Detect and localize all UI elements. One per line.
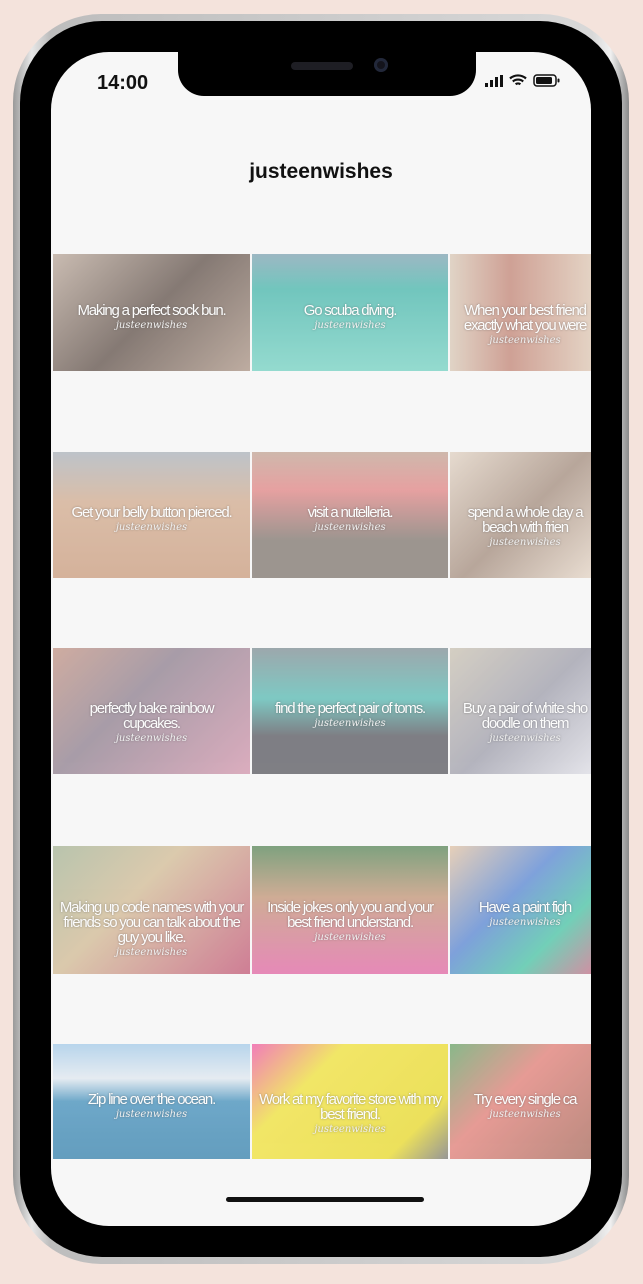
caption-text: Try every single ca bbox=[473, 1091, 578, 1109]
post-thumbnail[interactable]: visit a nutelleria. justeenwishes bbox=[252, 452, 448, 578]
post-thumbnail[interactable]: Go scuba diving. justeenwishes bbox=[252, 254, 448, 371]
post-caption: Making a perfect sock bun. justeenwishes bbox=[53, 303, 250, 333]
watermark-text: justeenwishes bbox=[314, 320, 386, 332]
post-thumbnail[interactable]: Have a paint figh justeenwishes bbox=[450, 846, 591, 974]
post-thumbnail[interactable]: Making up code names with your friends s… bbox=[53, 846, 250, 974]
watermark-text: justeenwishes bbox=[489, 916, 561, 928]
screen: 14:00 justeenwishes Making a perfect soc… bbox=[51, 52, 591, 1226]
post-thumbnail[interactable]: Inside jokes only you and your best frie… bbox=[252, 846, 448, 974]
watermark-text: justeenwishes bbox=[489, 1109, 561, 1121]
caption-text: Work at my favorite store with my best f… bbox=[259, 1091, 442, 1124]
phone-bezel: 14:00 justeenwishes Making a perfect soc… bbox=[20, 21, 622, 1257]
speaker-icon bbox=[291, 62, 353, 70]
caption-text: Go scuba diving. bbox=[303, 302, 398, 320]
status-icons bbox=[485, 74, 561, 87]
post-caption: Try every single ca justeenwishes bbox=[450, 1092, 591, 1122]
watermark-text: justeenwishes bbox=[115, 732, 188, 744]
camera-icon bbox=[374, 58, 388, 72]
caption-text: visit a nutelleria. bbox=[307, 503, 394, 521]
post-caption: Buy a pair of white sho doodle on them ju… bbox=[450, 701, 591, 746]
post-caption: Get your belly button pierced. justeenwis… bbox=[53, 505, 250, 535]
caption-text: When your best friend exactly what you w… bbox=[463, 302, 588, 335]
caption-text: Get your belly button pierced. bbox=[71, 503, 233, 521]
caption-text: Making a perfect sock bun. bbox=[77, 302, 226, 320]
post-thumbnail[interactable]: Try every single ca justeenwishes bbox=[450, 1044, 591, 1159]
post-thumbnail[interactable]: Making a perfect sock bun. justeenwishes bbox=[53, 254, 250, 371]
post-caption: Making up code names with your friends s… bbox=[53, 900, 250, 960]
watermark-text: justeenwishes bbox=[115, 521, 188, 533]
watermark-text: justeenwishes bbox=[489, 732, 561, 744]
post-caption: Have a paint figh justeenwishes bbox=[450, 900, 591, 930]
post-caption: Go scuba diving. justeenwishes bbox=[252, 303, 448, 333]
watermark-text: justeenwishes bbox=[314, 717, 386, 729]
status-time: 14:00 bbox=[97, 72, 149, 94]
post-caption: visit a nutelleria. justeenwishes bbox=[252, 505, 448, 535]
post-thumbnail[interactable]: Get your belly button pierced. justeenwis… bbox=[53, 452, 250, 578]
signal-icon bbox=[485, 74, 503, 87]
caption-text: spend a whole day a beach with frien bbox=[467, 503, 584, 536]
post-thumbnail[interactable]: Buy a pair of white sho doodle on them ju… bbox=[450, 648, 591, 774]
post-thumbnail[interactable]: Zip line over the ocean. justeenwishes bbox=[53, 1044, 250, 1159]
post-thumbnail[interactable]: Work at my favorite store with my best f… bbox=[252, 1044, 448, 1159]
home-indicator[interactable] bbox=[226, 1197, 424, 1202]
watermark-text: justeenwishes bbox=[489, 536, 561, 548]
post-thumbnail[interactable]: spend a whole day a beach with frien just… bbox=[450, 452, 591, 578]
post-caption: Inside jokes only you and your best frie… bbox=[252, 900, 448, 945]
post-thumbnail[interactable]: perfectly bake rainbow cupcakes. justeenw… bbox=[53, 648, 250, 774]
notch bbox=[178, 52, 476, 96]
caption-text: Have a paint figh bbox=[478, 898, 572, 916]
watermark-text: justeenwishes bbox=[314, 931, 386, 943]
caption-text: Making up code names with your friends s… bbox=[59, 898, 244, 946]
caption-text: Buy a pair of white sho doodle on them bbox=[462, 699, 588, 732]
post-caption: When your best friend exactly what you w… bbox=[450, 303, 591, 348]
watermark-text: justeenwishes bbox=[314, 1124, 386, 1136]
watermark-text: justeenwishes bbox=[489, 335, 561, 347]
profile-title: justeenwishes bbox=[249, 160, 393, 183]
post-thumbnail[interactable]: find the perfect pair of toms. justeenwis… bbox=[252, 648, 448, 774]
watermark-text: justeenwishes bbox=[115, 946, 188, 958]
caption-text: perfectly bake rainbow cupcakes. bbox=[89, 699, 215, 732]
post-caption: Zip line over the ocean. justeenwishes bbox=[53, 1092, 250, 1122]
watermark-text: justeenwishes bbox=[115, 1109, 188, 1121]
battery-icon bbox=[533, 74, 560, 87]
post-caption: Work at my favorite store with my best f… bbox=[252, 1092, 448, 1137]
caption-text: Zip line over the ocean. bbox=[87, 1091, 216, 1109]
caption-text: Inside jokes only you and your best frie… bbox=[267, 898, 434, 931]
caption-text: find the perfect pair of toms. bbox=[275, 699, 426, 717]
post-caption: spend a whole day a beach with frien just… bbox=[450, 505, 591, 550]
phone-frame: 14:00 justeenwishes Making a perfect soc… bbox=[13, 14, 629, 1264]
post-caption: find the perfect pair of toms. justeenwis… bbox=[252, 701, 448, 731]
wifi-icon bbox=[509, 74, 527, 86]
watermark-text: justeenwishes bbox=[314, 521, 386, 533]
post-caption: perfectly bake rainbow cupcakes. justeenw… bbox=[53, 701, 250, 746]
post-thumbnail[interactable]: When your best friend exactly what you w… bbox=[450, 254, 591, 371]
watermark-text: justeenwishes bbox=[115, 320, 188, 332]
